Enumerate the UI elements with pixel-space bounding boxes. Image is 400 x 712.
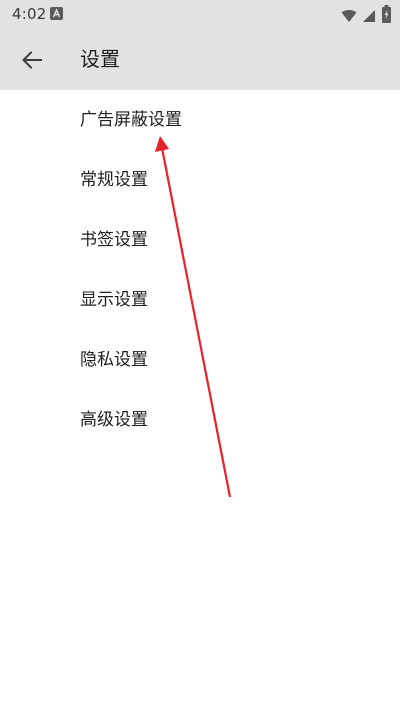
settings-item-label: 常规设置 bbox=[80, 170, 148, 190]
settings-item-privacy[interactable]: 隐私设置 bbox=[0, 330, 400, 390]
settings-item-label: 广告屏蔽设置 bbox=[80, 110, 182, 130]
wifi-icon bbox=[341, 8, 357, 27]
settings-list: 广告屏蔽设置 常规设置 书签设置 显示设置 隐私设置 高级设置 bbox=[0, 90, 400, 450]
back-button[interactable] bbox=[12, 40, 52, 80]
page-title: 设置 bbox=[80, 47, 120, 71]
status-time: 4:02 bbox=[12, 5, 47, 23]
settings-item-ad-block[interactable]: 广告屏蔽设置 bbox=[0, 90, 400, 150]
settings-item-label: 隐私设置 bbox=[80, 350, 148, 370]
settings-item-label: 显示设置 bbox=[80, 290, 148, 310]
a-letter-icon bbox=[50, 7, 63, 20]
settings-item-advanced[interactable]: 高级设置 bbox=[0, 390, 400, 450]
settings-item-general[interactable]: 常规设置 bbox=[0, 150, 400, 210]
settings-item-label: 高级设置 bbox=[80, 410, 148, 430]
settings-item-label: 书签设置 bbox=[80, 230, 148, 250]
status-bar: 4:02 bbox=[0, 0, 400, 30]
settings-item-display[interactable]: 显示设置 bbox=[0, 270, 400, 330]
battery-charging-icon bbox=[382, 5, 391, 27]
arrow-back-icon bbox=[22, 51, 42, 69]
settings-item-bookmarks[interactable]: 书签设置 bbox=[0, 210, 400, 270]
app-bar: 设置 bbox=[0, 30, 400, 90]
cellular-signal-icon bbox=[362, 8, 376, 27]
